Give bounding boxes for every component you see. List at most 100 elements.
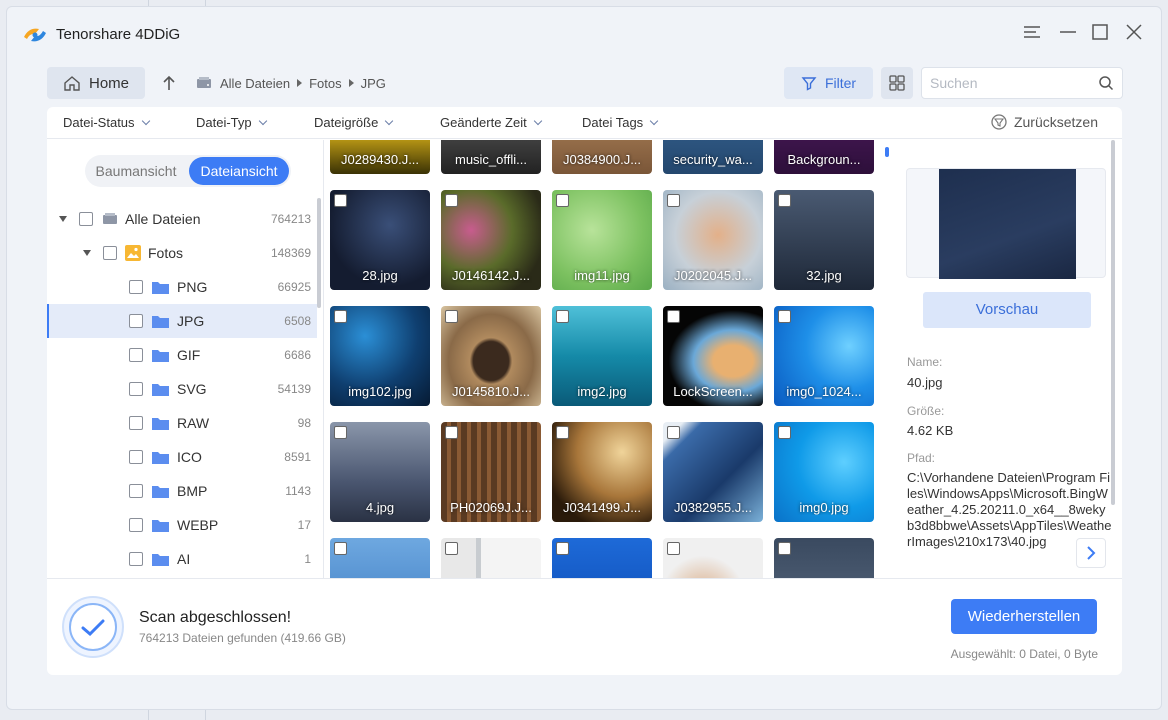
file-thumbnail[interactable] xyxy=(552,538,652,578)
filter-file-size[interactable]: Dateigröße xyxy=(314,115,394,130)
checkbox[interactable] xyxy=(667,426,680,439)
recover-button[interactable]: Wiederherstellen xyxy=(951,599,1097,634)
expand-arrow-icon[interactable] xyxy=(83,250,91,256)
checkbox[interactable] xyxy=(667,194,680,207)
tree-view-tab[interactable]: Baumansicht xyxy=(85,155,187,187)
checkbox[interactable] xyxy=(79,212,93,226)
file-thumbnail[interactable]: 4.jpg xyxy=(330,422,430,522)
checkbox[interactable] xyxy=(556,542,569,555)
checkbox[interactable] xyxy=(334,310,347,323)
file-thumbnail[interactable]: img11.jpg xyxy=(552,190,652,290)
up-button[interactable] xyxy=(157,71,181,95)
tree-item-png[interactable]: PNG 66925 xyxy=(47,270,317,304)
checkbox[interactable] xyxy=(334,194,347,207)
search-input[interactable] xyxy=(922,68,1082,98)
filter-file-tags[interactable]: Datei Tags xyxy=(582,115,659,130)
checkbox[interactable] xyxy=(778,426,791,439)
file-thumbnail[interactable]: J0384900.J... xyxy=(552,140,652,174)
checkbox[interactable] xyxy=(334,426,347,439)
checkbox[interactable] xyxy=(667,310,680,323)
tree-item-svg[interactable]: SVG 54139 xyxy=(47,372,317,406)
file-thumbnail[interactable]: J0289430.J... xyxy=(330,140,430,174)
checkbox[interactable] xyxy=(129,280,143,294)
file-thumbnail[interactable]: security_wa... xyxy=(663,140,763,174)
breadcrumb-item[interactable]: JPG xyxy=(361,76,386,91)
checkbox[interactable] xyxy=(778,310,791,323)
checkbox[interactable] xyxy=(778,542,791,555)
checkbox[interactable] xyxy=(778,194,791,207)
file-thumbnail[interactable]: J0341499.J... xyxy=(552,422,652,522)
reset-button[interactable]: Zurücksetzen xyxy=(990,113,1098,131)
breadcrumb-item[interactable]: Alle Dateien xyxy=(220,76,290,91)
tree-item-ico[interactable]: ICO 8591 xyxy=(47,440,317,474)
tree-item-ai[interactable]: AI 1 xyxy=(47,542,317,576)
file-thumbnail[interactable]: music_offli... xyxy=(441,140,541,174)
file-thumbnail[interactable]: LockScreen... xyxy=(663,306,763,406)
tree-item-jpg[interactable]: JPG 6508 xyxy=(47,304,317,338)
file-thumbnail[interactable]: J0146142.J... xyxy=(441,190,541,290)
tree-item-raw[interactable]: RAW 98 xyxy=(47,406,317,440)
file-thumbnail[interactable]: img2.jpg xyxy=(552,306,652,406)
checkbox[interactable] xyxy=(129,348,143,362)
checkbox[interactable] xyxy=(103,246,117,260)
grid-view-button[interactable] xyxy=(881,67,913,99)
file-thumbnail[interactable]: PH02069J.J... xyxy=(441,422,541,522)
checkbox[interactable] xyxy=(556,426,569,439)
filter-modified-time[interactable]: Geänderte Zeit xyxy=(440,115,542,130)
checkbox[interactable] xyxy=(445,542,458,555)
file-name: J0146142.J... xyxy=(451,268,531,283)
preview-button[interactable]: Vorschau xyxy=(923,292,1091,328)
file-thumbnail[interactable]: J0202045.J... xyxy=(663,190,763,290)
gallery-scrollbar[interactable] xyxy=(885,147,889,157)
checkbox[interactable] xyxy=(445,194,458,207)
tree-item-bmp[interactable]: BMP 1143 xyxy=(47,474,317,508)
checkbox[interactable] xyxy=(129,484,143,498)
file-thumbnail[interactable] xyxy=(663,538,763,578)
filter-bar: Datei-Status Datei-Typ Dateigröße Geände… xyxy=(47,107,1122,139)
file-thumbnail[interactable]: img0_1024... xyxy=(774,306,874,406)
checkbox[interactable] xyxy=(129,416,143,430)
file-thumbnail[interactable]: img0.jpg xyxy=(774,422,874,522)
tree-item-photos[interactable]: Fotos 148369 xyxy=(47,236,317,270)
tree-item-all-files[interactable]: Alle Dateien 764213 xyxy=(47,202,317,236)
home-button[interactable]: Home xyxy=(47,67,145,99)
breadcrumb-item[interactable]: Fotos xyxy=(309,76,342,91)
next-button[interactable] xyxy=(1076,538,1106,568)
file-thumbnail[interactable] xyxy=(441,538,541,578)
file-thumbnail[interactable] xyxy=(330,538,430,578)
checkbox[interactable] xyxy=(445,310,458,323)
checkbox[interactable] xyxy=(334,542,347,555)
minimize-button[interactable] xyxy=(1057,21,1079,43)
sidebar-scrollbar[interactable] xyxy=(317,198,321,308)
search-icon[interactable] xyxy=(1098,75,1114,91)
checkbox[interactable] xyxy=(129,382,143,396)
tree-item-gif[interactable]: GIF 6686 xyxy=(47,338,317,372)
file-thumbnail[interactable] xyxy=(774,538,874,578)
file-thumbnail[interactable]: 32.jpg xyxy=(774,190,874,290)
checkbox[interactable] xyxy=(556,194,569,207)
expand-arrow-icon[interactable] xyxy=(59,216,67,222)
checkbox[interactable] xyxy=(129,314,143,328)
file-thumbnail[interactable]: J0382955.J... xyxy=(663,422,763,522)
file-thumbnail[interactable]: 28.jpg xyxy=(330,190,430,290)
checkbox[interactable] xyxy=(129,450,143,464)
checkbox[interactable] xyxy=(129,518,143,532)
details-scrollbar[interactable] xyxy=(1111,140,1115,505)
checkbox[interactable] xyxy=(445,426,458,439)
checkbox[interactable] xyxy=(667,542,680,555)
maximize-button[interactable] xyxy=(1089,21,1111,43)
checkbox[interactable] xyxy=(129,552,143,566)
menu-button[interactable] xyxy=(1021,21,1043,43)
tree-item-label: RAW xyxy=(177,415,210,431)
file-thumbnail[interactable]: J0145810.J... xyxy=(441,306,541,406)
filter-file-type[interactable]: Datei-Typ xyxy=(196,115,267,130)
file-thumbnail[interactable]: img102.jpg xyxy=(330,306,430,406)
file-thumbnail[interactable]: Backgroun... xyxy=(774,140,874,174)
main-panel: Datei-Status Datei-Typ Dateigröße Geände… xyxy=(47,107,1122,675)
filter-button[interactable]: Filter xyxy=(784,67,873,99)
tree-item-webp[interactable]: WEBP 17 xyxy=(47,508,317,542)
checkbox[interactable] xyxy=(556,310,569,323)
filter-file-status[interactable]: Datei-Status xyxy=(63,115,150,130)
close-button[interactable] xyxy=(1123,21,1145,43)
file-view-tab[interactable]: Dateiansicht xyxy=(189,157,289,185)
